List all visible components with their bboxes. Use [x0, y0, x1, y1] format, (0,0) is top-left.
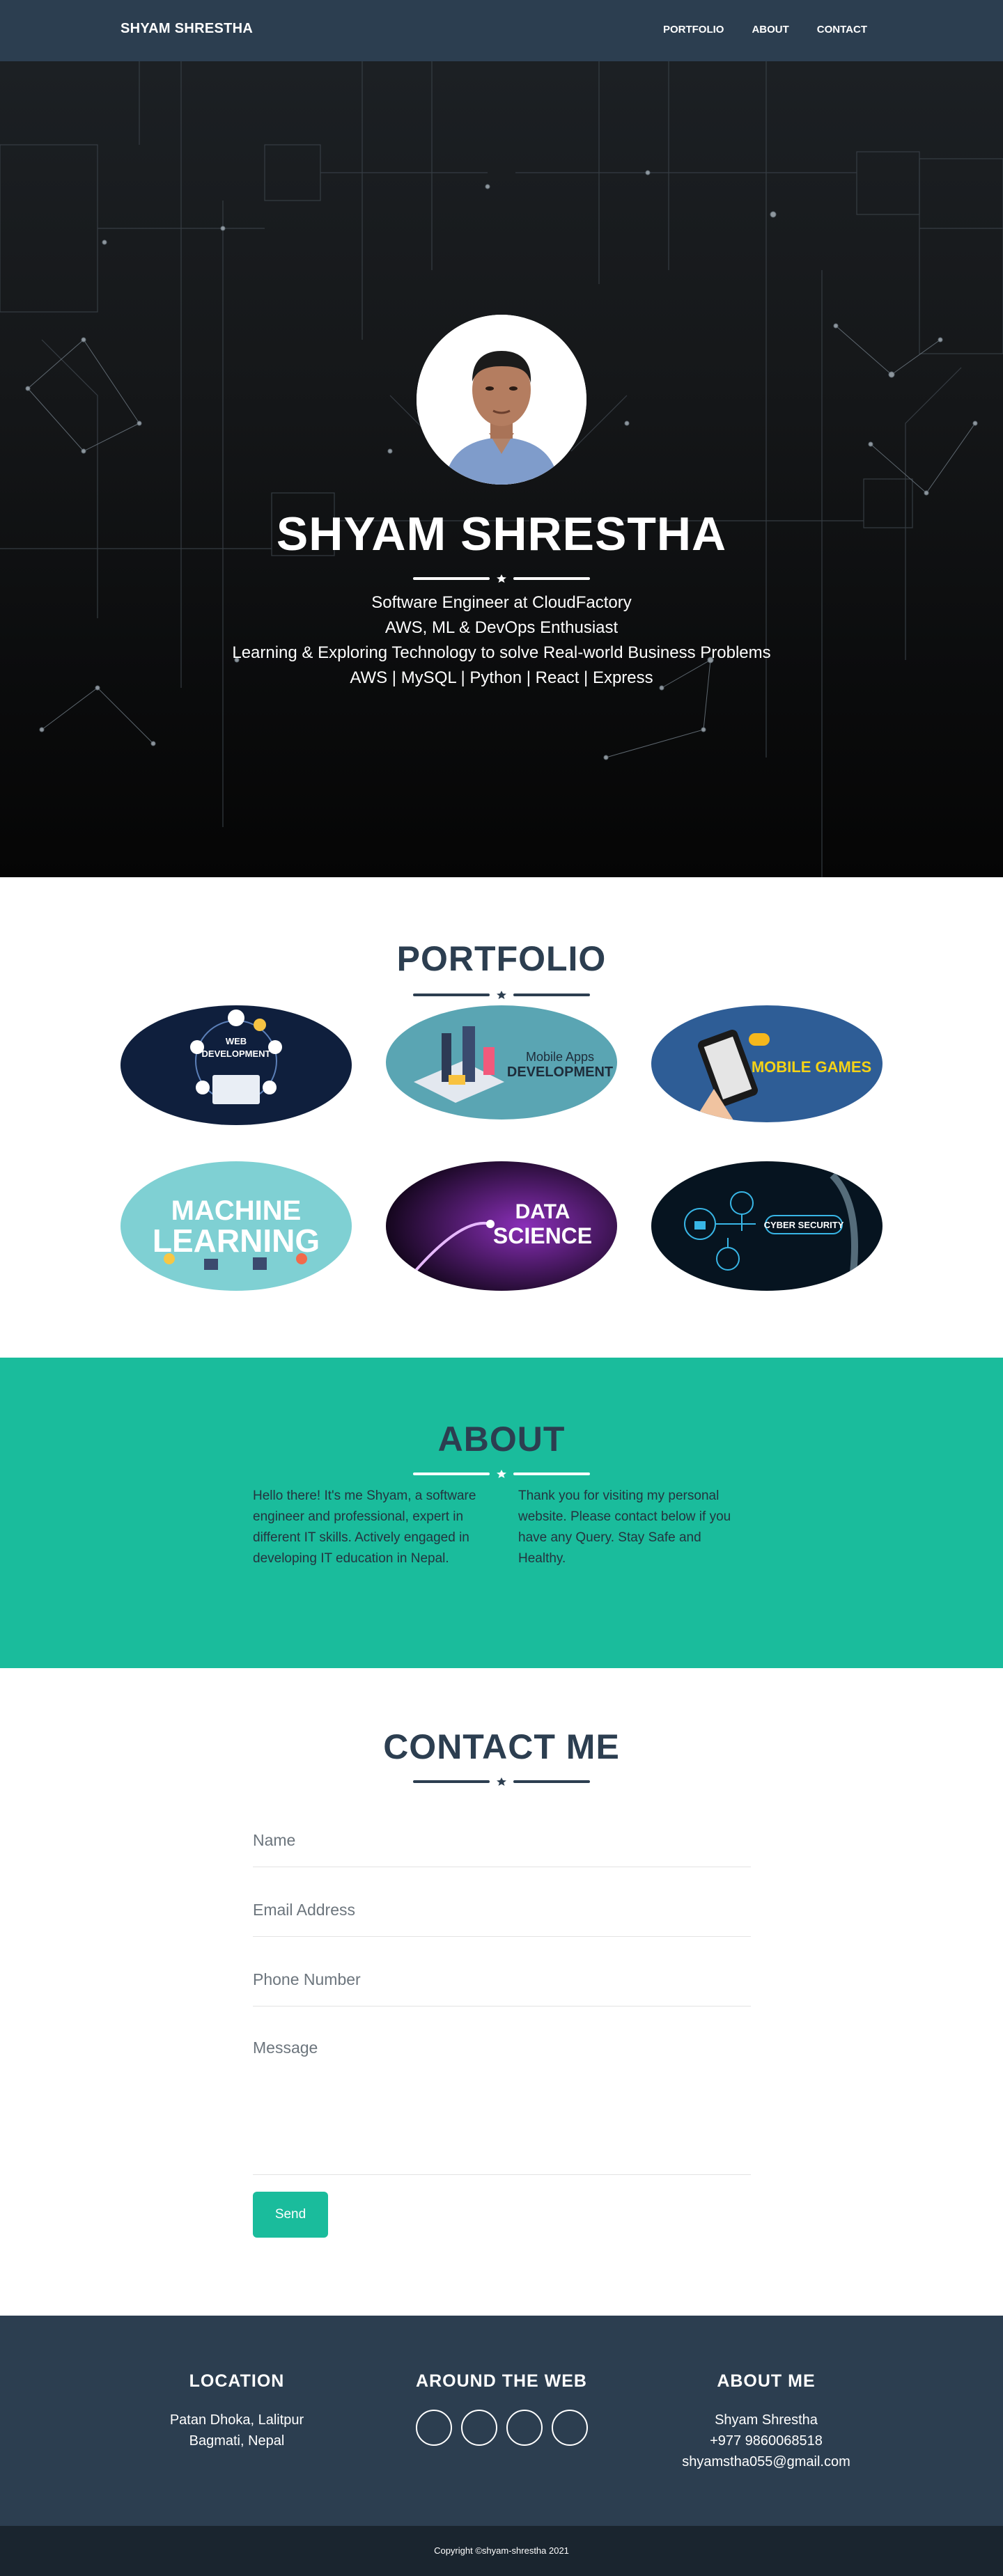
social-icon-4[interactable] — [551, 2410, 588, 2446]
portfolio-item-cyber-security[interactable]: CYBER SECURITY — [651, 1161, 883, 1291]
footer-about-phone: +977 9860068518 — [710, 2433, 823, 2449]
footer-about-name: Shyam Shrestha — [715, 2412, 818, 2428]
pf-mobile-text1: Mobile Apps — [526, 1050, 594, 1064]
about-text-left: Hello there! It's me Shyam, a software e… — [253, 1489, 476, 1566]
footer-location-line1: Patan Dhoka, Lalitpur — [169, 2412, 304, 2428]
social-icon-3[interactable] — [506, 2410, 543, 2446]
portfolio-item-machine-learning[interactable]: MACHINE LEARNING — [120, 1161, 352, 1291]
pf-ds-text1: DATA — [515, 1200, 570, 1223]
nav-links: PORTFOLIO ABOUT CONTACT — [663, 24, 867, 36]
footer-location: LOCATION Patan Dhoka, Lalitpur Bagmati, … — [98, 2371, 376, 2451]
message-input[interactable] — [253, 2026, 751, 2165]
pf-cyber-text1: CYBER SECURITY — [764, 1220, 844, 1230]
social-icon-1[interactable] — [415, 2410, 452, 2446]
hero-line-role: Software Engineer at CloudFactory — [371, 593, 632, 612]
portfolio-item-web-development[interactable]: WEB DEVELOPMENT — [120, 1005, 352, 1125]
message-field-wrapper — [253, 2026, 751, 2175]
nav-link-contact[interactable]: CONTACT — [817, 24, 867, 36]
about-text-right: Thank you for visiting my personal websi… — [518, 1489, 731, 1566]
pf-games-text1: MOBILE GAMES — [752, 1058, 871, 1076]
footer-location-line2: Bagmati, Nepal — [189, 2433, 285, 2449]
hero-line-interests: AWS, ML & DevOps Enthusiast — [384, 618, 619, 637]
navbar: SHYAM SHRESTHA PORTFOLIO ABOUT CONTACT — [0, 0, 1003, 61]
contact-section: CONTACT ME Send — [0, 1668, 1003, 2316]
social-links — [362, 2410, 641, 2446]
contact-title: CONTACT ME — [383, 1727, 620, 1766]
hero-name: SHYAM SHRESTHA — [276, 508, 727, 560]
nav-link-about[interactable]: ABOUT — [752, 24, 788, 36]
pf-ml-text1: MACHINE — [171, 1195, 302, 1226]
phone-field-wrapper — [253, 1955, 751, 2006]
name-field-wrapper — [253, 1816, 751, 1867]
hero-line-mission: Learning & Exploring Technology to solve… — [232, 643, 771, 662]
email-field-wrapper — [253, 1885, 751, 1937]
hero-tagline: Software Engineer at CloudFactory AWS, M… — [0, 590, 1003, 691]
avatar — [417, 315, 586, 485]
pf-ml-text2: LEARNING — [153, 1223, 320, 1259]
portfolio-divider — [0, 984, 1003, 1005]
footer-about-title: ABOUT ME — [717, 2371, 816, 2391]
brand-link[interactable]: SHYAM SHRESTHA — [120, 21, 253, 37]
footer-web-title: AROUND THE WEB — [416, 2371, 587, 2391]
phone-input[interactable] — [253, 1955, 751, 2004]
send-button[interactable]: Send — [253, 2192, 328, 2238]
pf-mobile-text2: DEVELOPMENT — [507, 1065, 613, 1080]
name-input[interactable] — [253, 1816, 751, 1864]
email-input[interactable] — [253, 1885, 751, 1934]
footer-about-me: ABOUT ME Shyam Shrestha +977 9860068518 … — [627, 2371, 905, 2472]
footer-around-the-web: AROUND THE WEB — [362, 2371, 641, 2446]
pf-ds-text2: SCIENCE — [493, 1223, 592, 1248]
about-title: ABOUT — [437, 1420, 566, 1459]
portfolio-item-data-science[interactable]: DATA SCIENCE — [386, 1161, 617, 1291]
nav-link-portfolio[interactable]: PORTFOLIO — [663, 24, 724, 36]
contact-divider — [0, 1771, 1003, 1792]
pf-web-text2: DEVELOPMENT — [202, 1049, 271, 1059]
hero-line-skills: AWS | MySQL | Python | React | Express — [350, 668, 653, 687]
portfolio-section: PORTFOLIO WEB DEVELOPMENT Mobile Apps DE… — [0, 877, 1003, 1358]
about-divider — [0, 1463, 1003, 1484]
hero-divider — [0, 568, 1003, 589]
footer-location-title: LOCATION — [189, 2371, 285, 2391]
pf-web-text1: WEB — [226, 1036, 247, 1046]
about-section: ABOUT Hello there! It's me Shyam, a soft… — [0, 1358, 1003, 1668]
copyright: Copyright ©shyam-shrestha 2021 — [0, 2526, 1003, 2576]
footer: LOCATION Patan Dhoka, Lalitpur Bagmati, … — [0, 2316, 1003, 2526]
social-icon-2[interactable] — [460, 2410, 497, 2446]
portfolio-title: PORTFOLIO — [396, 939, 607, 978]
hero-section: SHYAM SHRESTHA Software Engineer at Clou… — [0, 61, 1003, 877]
portfolio-item-mobile-games[interactable]: MOBILE GAMES — [651, 1005, 883, 1122]
portfolio-item-mobile-apps[interactable]: Mobile Apps DEVELOPMENT — [386, 1005, 617, 1120]
footer-about-email: shyamstha055@gmail.com — [682, 2454, 850, 2469]
